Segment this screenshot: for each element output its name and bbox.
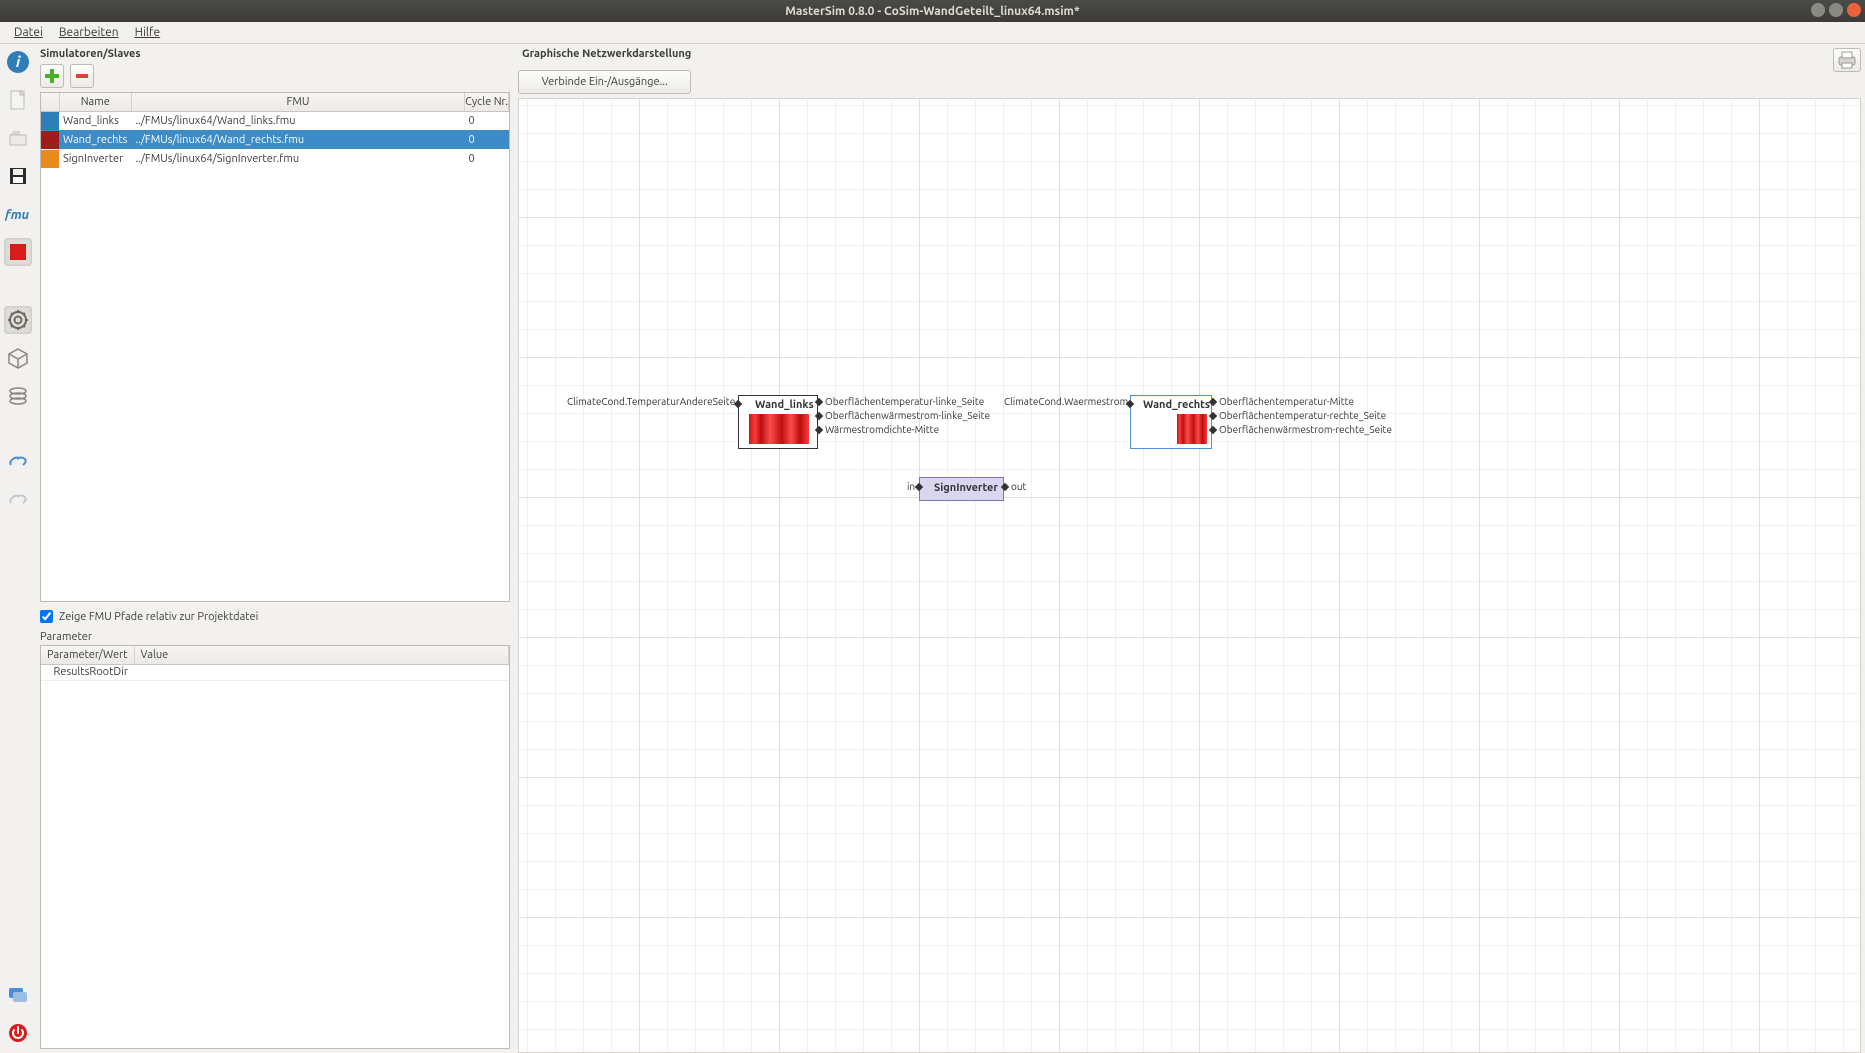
network-panel-title: Graphische Netzwerkdarstellung <box>518 48 691 64</box>
open-file-icon[interactable] <box>4 124 32 152</box>
table-row[interactable]: Wand_rechts ../FMUs/linux64/Wand_rechts.… <box>41 130 509 149</box>
network-canvas[interactable]: Wand_links ClimateCond.TemperaturAndereS… <box>518 98 1861 1053</box>
print-button[interactable] <box>1833 48 1861 72</box>
node-signinverter[interactable]: SignInverter <box>919 477 1004 501</box>
relpath-checkbox[interactable] <box>40 610 53 623</box>
port-label: ClimateCond.Waermestrom <box>1004 396 1128 407</box>
link-disabled-icon <box>4 486 32 514</box>
table-row[interactable]: ResultsRootDir <box>41 664 509 680</box>
node-title: SignInverter <box>934 482 998 494</box>
cell-cycle: 0 <box>465 149 509 168</box>
port-label: ClimateCond.TemperaturAndereSeite <box>567 396 735 407</box>
relpath-checkbox-row: Zeige FMU Pfade relativ zur Projektdatei <box>36 606 514 625</box>
cell-cycle: 0 <box>465 111 509 130</box>
col-color[interactable] <box>41 93 59 111</box>
new-file-icon[interactable] <box>4 86 32 114</box>
col-name[interactable]: Name <box>59 93 131 111</box>
window-controls <box>1811 3 1861 17</box>
slaves-table-header: Name FMU Cycle Nr. <box>41 93 509 111</box>
close-button[interactable] <box>1847 3 1861 17</box>
left-toolbar: i fmu <box>0 44 36 1053</box>
menu-help[interactable]: Hilfe <box>127 24 169 41</box>
node-wand-rechts[interactable]: Wand_rechts <box>1130 395 1212 449</box>
chat-icon[interactable] <box>4 981 32 1009</box>
cell-name: SignInverter <box>59 149 131 168</box>
connection-wires <box>519 99 819 249</box>
power-icon[interactable] <box>4 1019 32 1047</box>
port-label: Oberflächentemperatur-rechte_Seite <box>1219 410 1386 421</box>
remove-slave-button[interactable] <box>70 64 94 88</box>
add-slave-button[interactable] <box>40 64 64 88</box>
port-label: out <box>1011 481 1027 492</box>
settings-icon[interactable] <box>4 306 32 334</box>
layers-icon[interactable] <box>4 382 32 410</box>
slaves-toolbar <box>36 64 514 92</box>
cell-value[interactable] <box>134 664 508 680</box>
cell-param: ResultsRootDir <box>41 664 134 680</box>
port-label: Oberflächenwärmestrom-rechte_Seite <box>1219 424 1392 435</box>
slaves-view-icon[interactable] <box>4 238 32 266</box>
cell-cycle: 0 <box>465 130 509 149</box>
table-row[interactable]: Wand_links ../FMUs/linux64/Wand_links.fm… <box>41 111 509 130</box>
col-value[interactable]: Value <box>134 646 508 664</box>
color-swatch <box>41 131 59 149</box>
node-wand-links[interactable]: Wand_links <box>738 395 818 449</box>
save-icon[interactable] <box>4 162 32 190</box>
slaves-panel-title: Simulatoren/Slaves <box>36 48 514 64</box>
node-title: Wand_rechts <box>1143 399 1210 411</box>
maximize-button[interactable] <box>1829 3 1843 17</box>
fmu-icon[interactable]: fmu <box>4 200 32 228</box>
port-label: Oberflächentemperatur-linke_Seite <box>825 396 984 407</box>
node-preview-icon <box>1177 414 1207 444</box>
param-table-header: Parameter/Wert Value <box>41 646 509 664</box>
col-param-wert[interactable]: Parameter/Wert <box>41 646 134 664</box>
color-swatch <box>41 150 59 168</box>
color-swatch <box>41 112 59 130</box>
window-titlebar: MasterSim 0.8.0 - CoSim-WandGeteilt_linu… <box>0 0 1865 22</box>
node-title: Wand_links <box>755 399 814 411</box>
parameter-panel-title: Parameter <box>36 625 514 645</box>
cube-icon[interactable] <box>4 344 32 372</box>
minimize-button[interactable] <box>1811 3 1825 17</box>
svg-text:fmu: fmu <box>5 208 30 222</box>
cell-fmu: ../FMUs/linux64/SignInverter.fmu <box>131 149 464 168</box>
connect-io-button[interactable]: Verbinde Ein-/Ausgänge... <box>518 70 691 94</box>
col-fmu[interactable]: FMU <box>131 93 464 111</box>
menu-edit[interactable]: Bearbeiten <box>51 24 127 41</box>
menu-bar: Datei Bearbeiten Hilfe <box>0 22 1865 44</box>
port-label: Oberflächentemperatur-Mitte <box>1219 396 1354 407</box>
info-icon[interactable]: i <box>4 48 32 76</box>
cell-name: Wand_links <box>59 111 131 130</box>
col-cycle[interactable]: Cycle Nr. <box>465 93 509 111</box>
slaves-table[interactable]: Name FMU Cycle Nr. Wand_links ../FMUs/li… <box>40 92 510 602</box>
parameter-table[interactable]: Parameter/Wert Value ResultsRootDir <box>40 645 510 1049</box>
cell-name: Wand_rechts <box>59 130 131 149</box>
cell-fmu: ../FMUs/linux64/Wand_links.fmu <box>131 111 464 130</box>
table-row[interactable]: SignInverter ../FMUs/linux64/SignInverte… <box>41 149 509 168</box>
network-panel: Graphische Netzwerkdarstellung Verbinde … <box>514 44 1865 1053</box>
node-preview-icon <box>749 414 809 444</box>
cell-fmu: ../FMUs/linux64/Wand_rechts.fmu <box>131 130 464 149</box>
port-label: Wärmestromdichte-Mitte <box>825 424 939 435</box>
port-label: in <box>907 481 915 492</box>
window-title: MasterSim 0.8.0 - CoSim-WandGeteilt_linu… <box>785 5 1080 18</box>
port-label: Oberflächenwärmestrom-linke_Seite <box>825 410 990 421</box>
menu-file[interactable]: Datei <box>6 24 51 41</box>
slaves-panel: Simulatoren/Slaves Name FMU Cyc <box>36 44 514 1053</box>
relpath-label: Zeige FMU Pfade relativ zur Projektdatei <box>59 611 258 623</box>
link-icon[interactable] <box>4 448 32 476</box>
